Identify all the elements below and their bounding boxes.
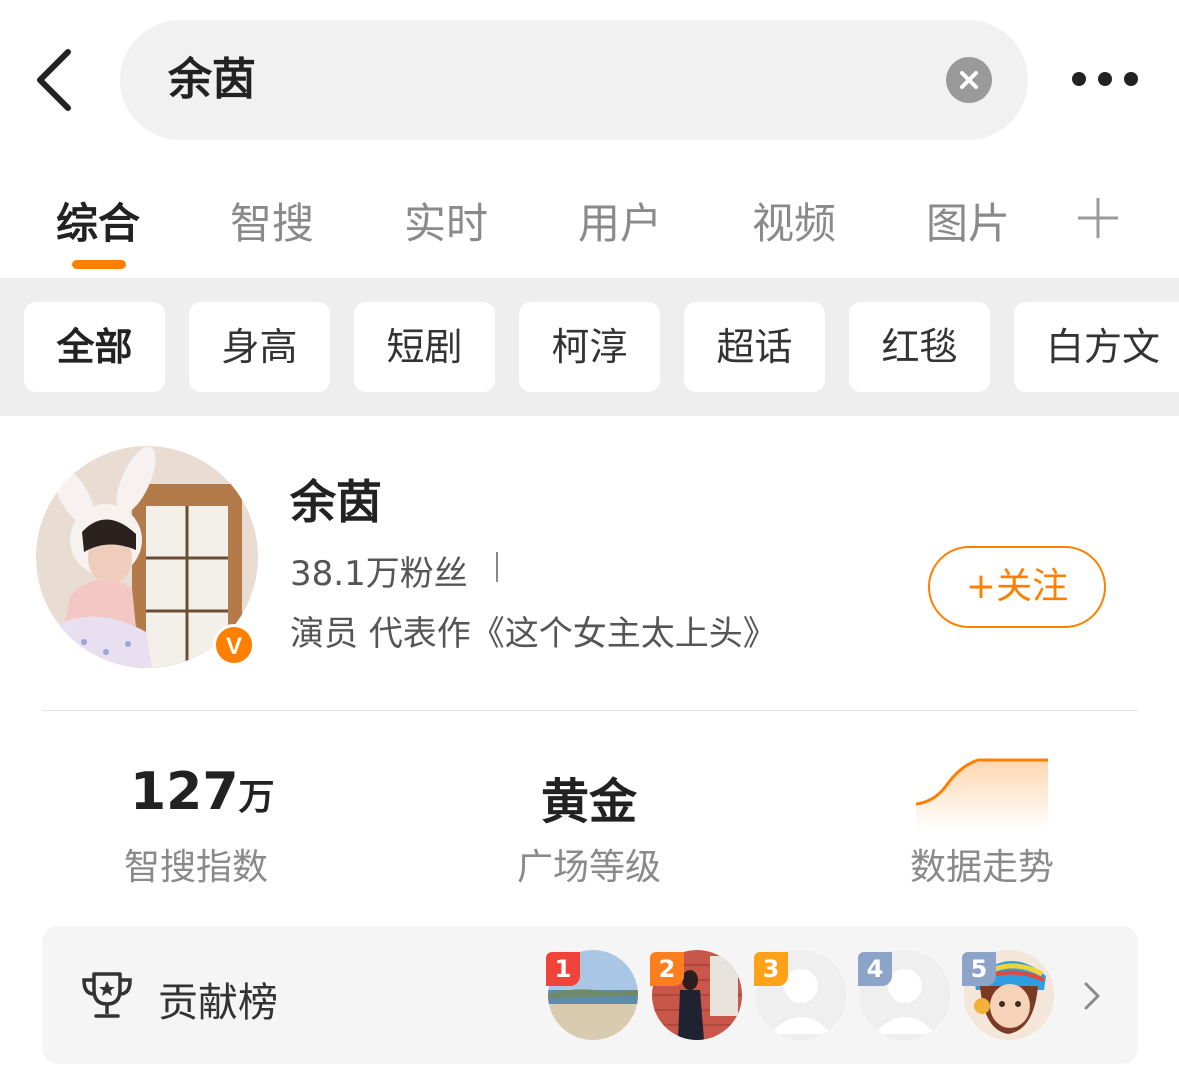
search-header: 余茵 bbox=[0, 0, 1179, 160]
plaza-level-value[interactable]: 黄金 bbox=[541, 762, 637, 832]
rank-badge: 3 bbox=[754, 952, 788, 986]
trend-label: 数据走势 bbox=[910, 847, 1055, 888]
chip-super-topic[interactable]: 超话 bbox=[684, 302, 825, 392]
search-query: 余茵 bbox=[168, 54, 256, 105]
search-index-number: 127 bbox=[130, 762, 239, 822]
verified-icon: V bbox=[213, 624, 255, 666]
chip-ke-chun[interactable]: 柯淳 bbox=[519, 302, 660, 392]
tab-realtime[interactable]: 实时 bbox=[404, 190, 488, 250]
profile-name[interactable]: 余茵 bbox=[290, 466, 382, 532]
filter-chips: 全部 身高 短剧 柯淳 超话 红毯 白方文 bbox=[0, 278, 1179, 416]
tab-videos[interactable]: 视频 bbox=[752, 190, 836, 250]
contribution-board[interactable]: 贡献榜 1 2 3 4 5 bbox=[42, 926, 1138, 1064]
chevron-right-icon[interactable] bbox=[1082, 980, 1104, 1012]
trophy-icon bbox=[82, 972, 132, 1018]
svg-text:V: V bbox=[226, 633, 242, 660]
search-input[interactable]: 余茵 bbox=[120, 20, 1028, 140]
trend-chart-icon[interactable] bbox=[914, 756, 1050, 830]
plus-icon[interactable] bbox=[1076, 196, 1120, 240]
search-tabs: 综合 智搜 实时 用户 视频 图片 bbox=[0, 160, 1179, 278]
chip-all[interactable]: 全部 bbox=[24, 302, 165, 392]
follow-button[interactable]: +关注 bbox=[928, 546, 1106, 628]
separator bbox=[496, 552, 498, 582]
chip-bai-fangwen[interactable]: 白方文 bbox=[1014, 302, 1179, 392]
search-index-value[interactable]: 127万 bbox=[130, 762, 275, 822]
search-index-label: 智搜指数 bbox=[124, 847, 269, 888]
chip-red-carpet[interactable]: 红毯 bbox=[849, 302, 990, 392]
tab-users[interactable]: 用户 bbox=[578, 190, 662, 250]
clear-icon[interactable] bbox=[946, 57, 992, 103]
tab-comprehensive[interactable]: 综合 bbox=[56, 190, 140, 250]
tab-smart-search[interactable]: 智搜 bbox=[230, 190, 314, 250]
contribution-label: 贡献榜 bbox=[158, 980, 278, 1026]
fans-count: 38.1万粉丝 bbox=[290, 554, 468, 594]
more-icon[interactable] bbox=[1066, 60, 1146, 100]
rank-badge: 5 bbox=[962, 952, 996, 986]
rank-badge: 1 bbox=[546, 952, 580, 986]
rank-badge: 4 bbox=[858, 952, 892, 986]
search-index-unit: 万 bbox=[238, 777, 275, 818]
tab-images[interactable]: 图片 bbox=[926, 190, 1010, 250]
plaza-level-label: 广场等级 bbox=[517, 847, 662, 888]
rank-badge: 2 bbox=[650, 952, 684, 986]
chip-short-drama[interactable]: 短剧 bbox=[354, 302, 495, 392]
back-arrow-icon[interactable] bbox=[28, 44, 88, 116]
active-tab-indicator bbox=[72, 260, 126, 269]
profile-description: 演员 代表作《这个女主太上头》 bbox=[290, 614, 777, 654]
chip-height[interactable]: 身高 bbox=[189, 302, 330, 392]
divider bbox=[42, 710, 1138, 711]
